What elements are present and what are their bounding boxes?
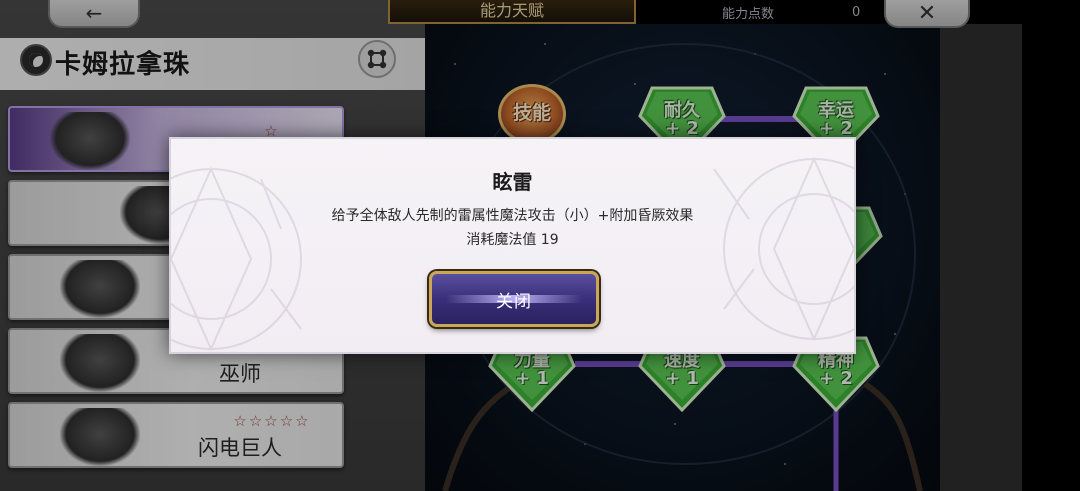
- skill-description: 给予全体敌人先制的雷属性魔法攻击（小）+附加昏厥效果: [331, 208, 694, 224]
- close-button[interactable]: 关闭: [429, 271, 599, 327]
- skill-mp-cost: 消耗魔法值 19: [466, 232, 559, 248]
- skill-info-dialog: 眩雷 给予全体敌人先制的雷属性魔法攻击（小）+附加昏厥效果 消耗魔法值 19 关…: [169, 137, 856, 354]
- screen-edge: [1022, 0, 1080, 491]
- skill-title: 眩雷: [492, 170, 533, 194]
- talent-screen: 卡姆拉拿珠 ☆ 巫师 ☆☆☆☆☆ 闪电巨人 技能 耐久 + 2 幸运 + 2 力…: [0, 0, 1080, 491]
- close-button-label: 关闭: [496, 291, 532, 312]
